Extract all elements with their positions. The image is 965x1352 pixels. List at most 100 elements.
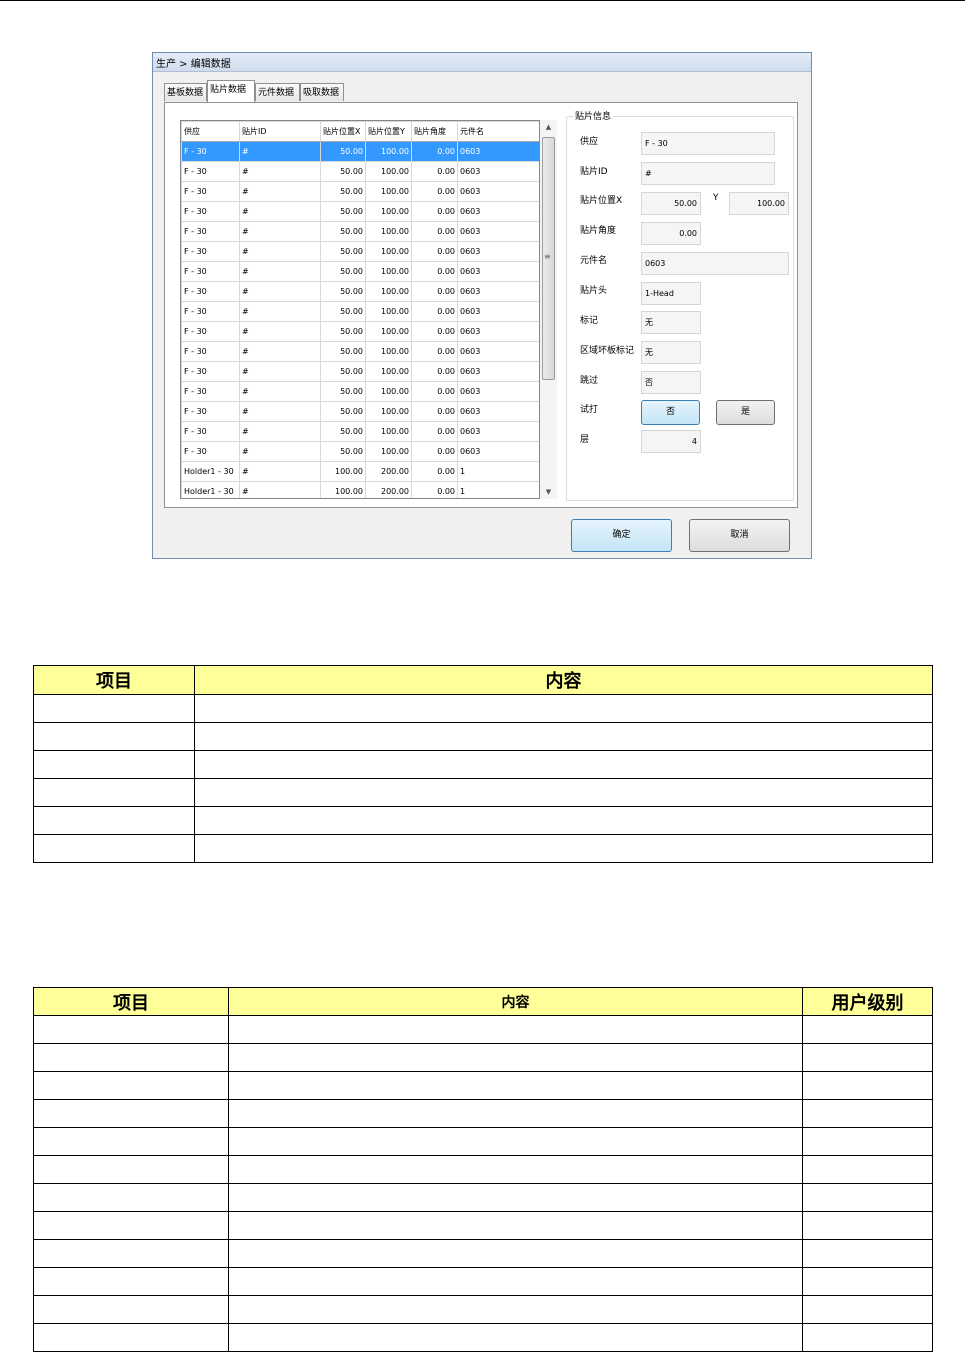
grid-row[interactable]: F - 30 #50.00 100.00 0.00 0603 xyxy=(181,301,539,322)
grid-row[interactable]: F - 30 #50.00 100.00 0.00 0603 xyxy=(181,321,539,342)
col-header-supply[interactable]: 供应 xyxy=(181,121,240,142)
scroll-grip-icon: ≡ xyxy=(544,252,551,261)
tab-placement-data[interactable]: 贴片数据 xyxy=(207,80,255,102)
grid-cell: 100.00 xyxy=(365,161,412,182)
grid-cell: 200.00 xyxy=(365,481,412,498)
grid-row[interactable]: F - 30 #50.00 100.00 0.00 0603 xyxy=(181,361,539,382)
table1-cell xyxy=(194,834,933,863)
col-header-part-name[interactable]: 元件名 xyxy=(457,121,539,142)
cancel-button[interactable]: 取消 xyxy=(689,519,790,552)
part-name-label: 元件名 xyxy=(580,256,608,266)
head-label: 贴片头 xyxy=(580,286,608,296)
grid-cell: 50.00 xyxy=(320,161,366,182)
grid-cell: 100.00 xyxy=(365,221,412,242)
table2-cell xyxy=(228,1071,803,1100)
col-header-pos-y[interactable]: 贴片位置Y xyxy=(365,121,412,142)
grid-cell: # xyxy=(239,481,321,498)
table2-cell xyxy=(228,1239,803,1268)
grid-row[interactable]: F - 30 #50.00 100.00 0.00 0603 xyxy=(181,221,539,242)
col-header-placement-id[interactable]: 贴片ID xyxy=(239,121,321,142)
grid-row[interactable]: F - 30 #50.00 100.00 0.00 0603 xyxy=(181,201,539,222)
grid-cell: # xyxy=(239,161,321,182)
grid-row[interactable]: F - 30 #50.00 100.00 0.00 0603 xyxy=(181,161,539,182)
tab-part-data[interactable]: 元件数据 xyxy=(255,83,300,101)
grid-cell: 100.00 xyxy=(365,341,412,362)
grid-cell: F - 30 xyxy=(181,341,240,362)
grid-cell: 0603 xyxy=(457,341,539,362)
grid-cell: 50.00 xyxy=(320,241,366,262)
grid-cell: 0.00 xyxy=(411,421,458,442)
table2-cell xyxy=(228,1043,803,1072)
grid-row[interactable]: F - 30 #50.00 100.00 0.00 0603 xyxy=(181,241,539,262)
grid-row[interactable]: F - 30 #50.00 100.00 0.00 0603 xyxy=(181,261,539,282)
table2-cell xyxy=(33,1267,229,1296)
table2-header-user-level: 用户级别 xyxy=(802,987,933,1016)
grid-row[interactable]: F - 30 #50.00 100.00 0.00 0603 xyxy=(181,381,539,402)
table2-cell xyxy=(228,1099,803,1128)
mark-label: 标记 xyxy=(580,316,599,326)
grid-cell: F - 30 xyxy=(181,401,240,422)
table2-cell xyxy=(802,1239,933,1268)
trial-yes-button[interactable]: 是 xyxy=(716,400,775,425)
grid-scrollbar[interactable]: ▲ ≡ ▼ xyxy=(540,120,557,499)
grid-cell: F - 30 xyxy=(181,141,240,162)
grid-cell: # xyxy=(239,321,321,342)
table2-cell xyxy=(33,1155,229,1184)
placement-info-legend: 贴片信息 xyxy=(573,109,614,122)
tab-pickup-data[interactable]: 吸取数据 xyxy=(300,83,344,101)
scroll-down-icon[interactable]: ▼ xyxy=(540,485,557,499)
table2-cell xyxy=(33,1295,229,1324)
grid-body: F - 30 #50.00 100.00 0.00 0603 F - 30 #50.00 10… xyxy=(181,141,539,498)
table2-row xyxy=(33,1099,933,1128)
grid-cell: 0603 xyxy=(457,141,539,162)
trial-no-button[interactable]: 否 xyxy=(641,400,700,425)
grid-row[interactable]: F - 30 #50.00 100.00 0.00 0603 xyxy=(181,281,539,302)
table2-cell xyxy=(228,1267,803,1296)
grid-cell: 0.00 xyxy=(411,201,458,222)
grid-cell: # xyxy=(239,441,321,462)
table1-cell xyxy=(33,778,195,807)
grid-cell: 0.00 xyxy=(411,481,458,498)
table1-cell xyxy=(33,722,195,751)
table2-cell xyxy=(33,1183,229,1212)
col-header-pos-x[interactable]: 贴片位置X xyxy=(320,121,366,142)
grid-cell: # xyxy=(239,301,321,322)
table2-cell xyxy=(228,1015,803,1044)
grid-row[interactable]: F - 30 #50.00 100.00 0.00 0603 xyxy=(181,421,539,442)
grid-cell: 100.00 xyxy=(365,361,412,382)
table1-row xyxy=(33,750,933,779)
table2-cell xyxy=(228,1211,803,1240)
table1-header-item: 项目 xyxy=(33,665,195,695)
grid-cell: F - 30 xyxy=(181,421,240,442)
table2-row xyxy=(33,1071,933,1100)
scroll-up-icon[interactable]: ▲ xyxy=(540,120,557,134)
grid-row[interactable]: F - 30 #50.00 100.00 0.00 0603 xyxy=(181,141,539,162)
grid-cell: 0603 xyxy=(457,421,539,442)
grid-cell: 100.00 xyxy=(365,281,412,302)
table2-cell xyxy=(33,1323,229,1352)
grid-cell: 0.00 xyxy=(411,281,458,302)
grid-cell: 50.00 xyxy=(320,281,366,302)
grid-row[interactable]: Holder1 - 30 #100.00 200.00 0.00 1 xyxy=(181,461,539,482)
tab-board-data[interactable]: 基板数据 xyxy=(164,83,207,101)
grid-row[interactable]: F - 30 #50.00 100.00 0.00 0603 xyxy=(181,181,539,202)
grid-row[interactable]: F - 30 #50.00 100.00 0.00 0603 xyxy=(181,401,539,422)
col-header-angle[interactable]: 贴片角度 xyxy=(411,121,458,142)
grid-cell: 0.00 xyxy=(411,461,458,482)
supply-label: 供应 xyxy=(580,137,599,147)
grid-cell: # xyxy=(239,421,321,442)
grid-cell: F - 30 xyxy=(181,161,240,182)
grid-cell: 100.00 xyxy=(320,481,366,498)
layer-label: 层 xyxy=(580,435,590,445)
grid-cell: 100.00 xyxy=(365,181,412,202)
grid-row[interactable]: Holder1 - 30 #100.00 200.00 0.00 1 xyxy=(181,481,539,498)
ok-button[interactable]: 确定 xyxy=(571,519,672,552)
grid-cell: # xyxy=(239,261,321,282)
table1-body xyxy=(33,694,933,863)
grid-row[interactable]: F - 30 #50.00 100.00 0.00 0603 xyxy=(181,341,539,362)
angle-label: 贴片角度 xyxy=(580,226,617,236)
table1-cell xyxy=(33,750,195,779)
table1-header-row: 项目 内容 xyxy=(33,665,933,695)
grid-cell: 0603 xyxy=(457,441,539,462)
grid-row[interactable]: F - 30 #50.00 100.00 0.00 0603 xyxy=(181,441,539,462)
